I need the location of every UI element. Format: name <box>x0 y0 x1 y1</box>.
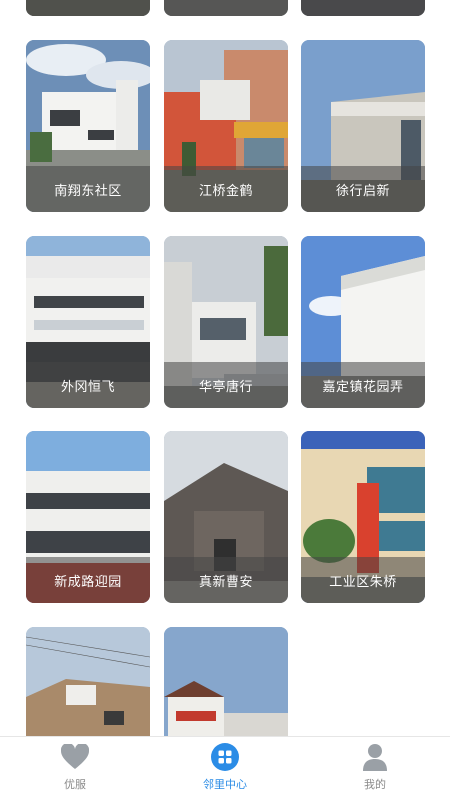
community-card[interactable] <box>26 627 150 736</box>
card-label-bar: 南翔东社区 <box>26 166 150 212</box>
building-photo <box>26 627 150 736</box>
community-card[interactable]: 嘉定镇花园弄 <box>301 236 425 408</box>
community-name: 徐行启新 <box>335 183 390 199</box>
tab-youfu[interactable]: 优服 <box>0 737 150 801</box>
community-card[interactable]: 外冈恒飞 <box>26 236 150 408</box>
heart-icon <box>61 743 89 771</box>
community-grid: 南翔东社区 江桥金鹤 徐行启新 外冈恒飞 华亭唐行 嘉定镇花园弄 新成路迎园 真… <box>0 0 450 736</box>
community-card[interactable]: 新成路迎园 <box>26 431 150 603</box>
community-card[interactable]: 真新曹安 <box>164 431 288 603</box>
building-photo <box>164 627 288 736</box>
tab-mine[interactable]: 我的 <box>300 737 450 801</box>
community-card[interactable]: 江桥金鹤 <box>164 40 288 212</box>
grid-apps-icon <box>211 743 239 771</box>
card-label-bar: 外冈恒飞 <box>26 362 150 408</box>
card-label-bar: 工业区朱桥 <box>301 557 425 603</box>
user-icon <box>361 743 389 771</box>
tab-neighborhood-center[interactable]: 邻里中心 <box>150 737 300 801</box>
community-card[interactable]: 华亭唐行 <box>164 236 288 408</box>
community-name: 新成路迎园 <box>54 574 122 590</box>
community-card[interactable] <box>164 627 288 736</box>
community-name: 江桥金鹤 <box>198 183 253 199</box>
card-label-bar <box>26 0 150 16</box>
tab-label: 我的 <box>364 778 386 791</box>
community-card[interactable]: 南翔东社区 <box>26 40 150 212</box>
card-label-bar: 江桥金鹤 <box>164 166 288 212</box>
tab-label: 优服 <box>64 778 86 791</box>
community-name: 华亭唐行 <box>198 379 253 395</box>
card-label-bar: 新成路迎园 <box>26 557 150 603</box>
community-card[interactable]: 徐行启新 <box>301 40 425 212</box>
community-name: 南翔东社区 <box>54 183 122 199</box>
community-name: 工业区朱桥 <box>329 574 397 590</box>
card-label-bar: 嘉定镇花园弄 <box>301 362 425 408</box>
card-label-bar <box>301 0 425 16</box>
community-card[interactable] <box>164 0 288 16</box>
card-label-bar: 徐行启新 <box>301 166 425 212</box>
bottom-tab-bar: 优服 邻里中心 我的 <box>0 736 450 800</box>
community-card[interactable]: 工业区朱桥 <box>301 431 425 603</box>
community-card[interactable] <box>301 0 425 16</box>
community-name: 外冈恒飞 <box>60 379 115 395</box>
card-label-bar: 真新曹安 <box>164 557 288 603</box>
card-label-bar: 华亭唐行 <box>164 362 288 408</box>
community-name: 真新曹安 <box>198 574 253 590</box>
card-label-bar <box>164 0 288 16</box>
community-card[interactable] <box>26 0 150 16</box>
tab-label: 邻里中心 <box>203 778 247 791</box>
community-name: 嘉定镇花园弄 <box>322 379 404 395</box>
